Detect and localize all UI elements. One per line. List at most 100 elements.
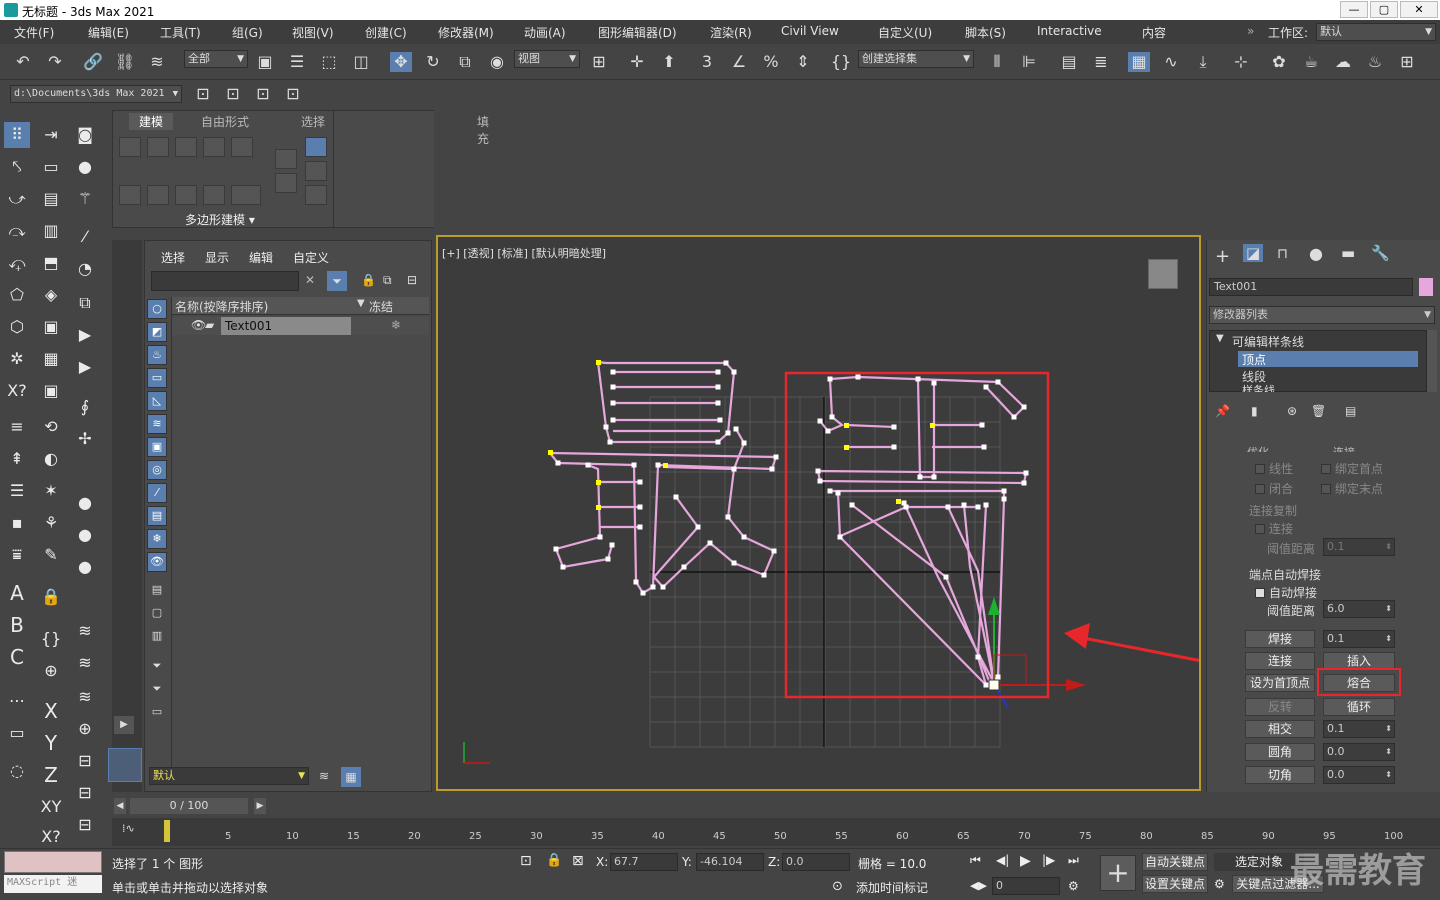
tool-icon-62[interactable]: ⊟: [72, 812, 98, 838]
render-icon[interactable]: ♨: [1364, 52, 1386, 72]
lock-explorer-icon[interactable]: 🔒: [361, 273, 376, 287]
select-by-name-icon[interactable]: ☰: [286, 52, 308, 72]
tool-icon-60[interactable]: ⊟: [72, 780, 98, 806]
x-coord-input[interactable]: 67.7: [610, 853, 678, 871]
expand-arrow-icon[interactable]: ▶: [114, 716, 134, 734]
circle-dots-icon[interactable]: ◌: [4, 758, 30, 784]
tool-icon-9[interactable]: ⚚: [72, 186, 98, 212]
tool-icon-21[interactable]: ▶: [72, 322, 98, 348]
ribbon-tab[interactable]: 填充: [477, 113, 489, 147]
stack-expand-icon[interactable]: ▼: [1216, 333, 1224, 344]
minimize-button[interactable]: —: [1340, 1, 1368, 18]
explorer-menu-item[interactable]: 编辑: [249, 249, 273, 266]
menu-item[interactable]: 视图(V): [292, 24, 334, 41]
play-icon[interactable]: ▶: [1020, 853, 1031, 869]
z-coord-input[interactable]: 0.0: [782, 853, 850, 871]
edit-named-sets-icon[interactable]: {}: [830, 52, 852, 72]
snap-3d-icon[interactable]: 3: [696, 52, 718, 72]
text-b-icon[interactable]: B: [4, 612, 30, 638]
window-crossing-icon[interactable]: ◫: [350, 52, 372, 72]
curve-editor-icon[interactable]: ∿: [1160, 52, 1182, 72]
place-icon[interactable]: ◉: [486, 52, 508, 72]
select-object-icon[interactable]: ▣: [254, 52, 276, 72]
selection-filter-dropdown[interactable]: 全部 ▼: [184, 50, 248, 68]
fillet-button[interactable]: 圆角: [1245, 743, 1315, 761]
xy-icon[interactable]: X?: [4, 378, 30, 404]
ribbon-tab[interactable]: 自由形式: [201, 113, 249, 130]
tool-icon-49[interactable]: ≋: [72, 650, 98, 676]
tool-icon-29[interactable]: ⟲: [38, 414, 64, 440]
tool-icon-14[interactable]: ⬒: [38, 250, 64, 276]
tool-icon-18[interactable]: ⧉: [72, 290, 98, 316]
menu-item[interactable]: 工具(T): [160, 24, 201, 41]
time-next-icon[interactable]: ▶: [254, 798, 266, 814]
tool-icon-48[interactable]: ⊕: [38, 658, 64, 684]
intersect-spinner[interactable]: 0.1 ⬍: [1323, 720, 1395, 738]
motion-tab-icon[interactable]: ●: [1309, 244, 1323, 263]
menu-item[interactable]: 内容: [1142, 24, 1166, 41]
ribbon-btn-8[interactable]: [305, 161, 327, 181]
absolute-mode-icon[interactable]: ⊠: [572, 853, 584, 869]
display-tab-icon[interactable]: ▬: [1341, 244, 1355, 262]
closed-checkbox[interactable]: 闭合: [1255, 480, 1293, 497]
tool-icon-40[interactable]: ✎: [38, 542, 64, 568]
save-project-icon[interactable]: ⊡: [252, 84, 274, 104]
make-unique-icon[interactable]: ⊛: [1287, 404, 1297, 418]
chamfer-button[interactable]: 切角: [1245, 766, 1315, 784]
menu-item[interactable]: 组(G): [232, 24, 263, 41]
menu-item[interactable]: 渲染(R): [710, 24, 752, 41]
percent-snap-icon[interactable]: %: [760, 52, 782, 72]
tool-icon-34[interactable]: ✶: [38, 478, 64, 504]
freeze-snowflake-icon[interactable]: ❄: [391, 318, 401, 332]
object-name-cell[interactable]: Text001: [221, 317, 351, 335]
menu-item[interactable]: 修改器(M): [438, 24, 494, 41]
tool-icon-6[interactable]: ●: [72, 154, 98, 180]
axis-y-icon[interactable]: Y: [38, 730, 64, 756]
lasso-icon[interactable]: ⤣: [4, 154, 30, 180]
text-c-icon[interactable]: C: [4, 644, 30, 670]
weld-spinner[interactable]: 0.1 ⬍: [1323, 630, 1395, 648]
explorer-menu-item[interactable]: 选择: [161, 249, 185, 266]
tool-icon-27[interactable]: ∮: [72, 394, 98, 420]
remove-modifier-icon[interactable]: 🗑: [1311, 404, 1326, 418]
ribbon-tab[interactable]: 建模: [129, 113, 174, 130]
y-coord-input[interactable]: -46.104: [696, 853, 764, 871]
stack-scrollbar[interactable]: [1427, 330, 1437, 392]
connect-button[interactable]: 连接: [1245, 652, 1315, 670]
hierarchy-tab-icon[interactable]: ⊓: [1277, 246, 1288, 262]
menu-item[interactable]: 自定义(U): [878, 24, 932, 41]
menu-item[interactable]: 文件(F): [14, 24, 54, 41]
column-name-header[interactable]: 名称(按降序排序): [175, 298, 268, 315]
ribbon-btn-6[interactable]: [275, 149, 297, 169]
auto-threshold-spinner[interactable]: 6.0 ⬍: [1323, 600, 1395, 618]
time-slider-thumb[interactable]: 0 / 100: [130, 798, 248, 814]
tool-icon-10[interactable]: ⤼: [4, 218, 30, 244]
mirror-icon[interactable]: ⫴: [986, 52, 1008, 72]
maxscript-input[interactable]: MAXScript 迷: [4, 875, 102, 893]
explorer-search-input[interactable]: [151, 271, 299, 291]
ribbon-btn-1[interactable]: [119, 137, 141, 157]
bind-first-checkbox[interactable]: 绑定首点: [1321, 460, 1383, 477]
menu-item[interactable]: 编辑(E): [88, 24, 129, 41]
sphere-icon[interactable]: ●: [72, 490, 98, 516]
object-name-input[interactable]: Text001: [1209, 278, 1413, 296]
column-freeze-header[interactable]: 冻结: [369, 298, 393, 315]
isolate-icon[interactable]: ⊡: [520, 853, 532, 869]
modify-tab-icon[interactable]: ◪: [1243, 244, 1264, 262]
tool-icon-32[interactable]: ◐: [38, 446, 64, 472]
reference-coord-dropdown[interactable]: 视图 ▼: [514, 50, 580, 68]
ribbon-btn-3[interactable]: [175, 137, 197, 157]
add-time-tag[interactable]: 添加时间标记: [856, 879, 928, 896]
tool-icon-11[interactable]: ▥: [38, 218, 64, 244]
track-bar[interactable]: ⁞∿ 0510152025303540455055606570758085909…: [112, 818, 1440, 846]
modifier-list-dropdown[interactable]: 修改器列表 ▼: [1209, 306, 1435, 324]
bind-last-checkbox[interactable]: 绑定末点: [1321, 480, 1383, 497]
key-filter-icon[interactable]: ⚙: [1214, 877, 1225, 891]
explorer-menu-item[interactable]: 显示: [205, 249, 229, 266]
sort-icon[interactable]: ⊟: [407, 273, 417, 287]
tool-icon-8[interactable]: ▤: [38, 186, 64, 212]
selection-lock-icon[interactable]: 🔒: [546, 853, 562, 868]
set-key-big-icon[interactable]: +: [1100, 855, 1136, 891]
auto-key-button[interactable]: 自动关键点: [1142, 853, 1208, 871]
menu-item[interactable]: Interactive: [1037, 24, 1102, 38]
